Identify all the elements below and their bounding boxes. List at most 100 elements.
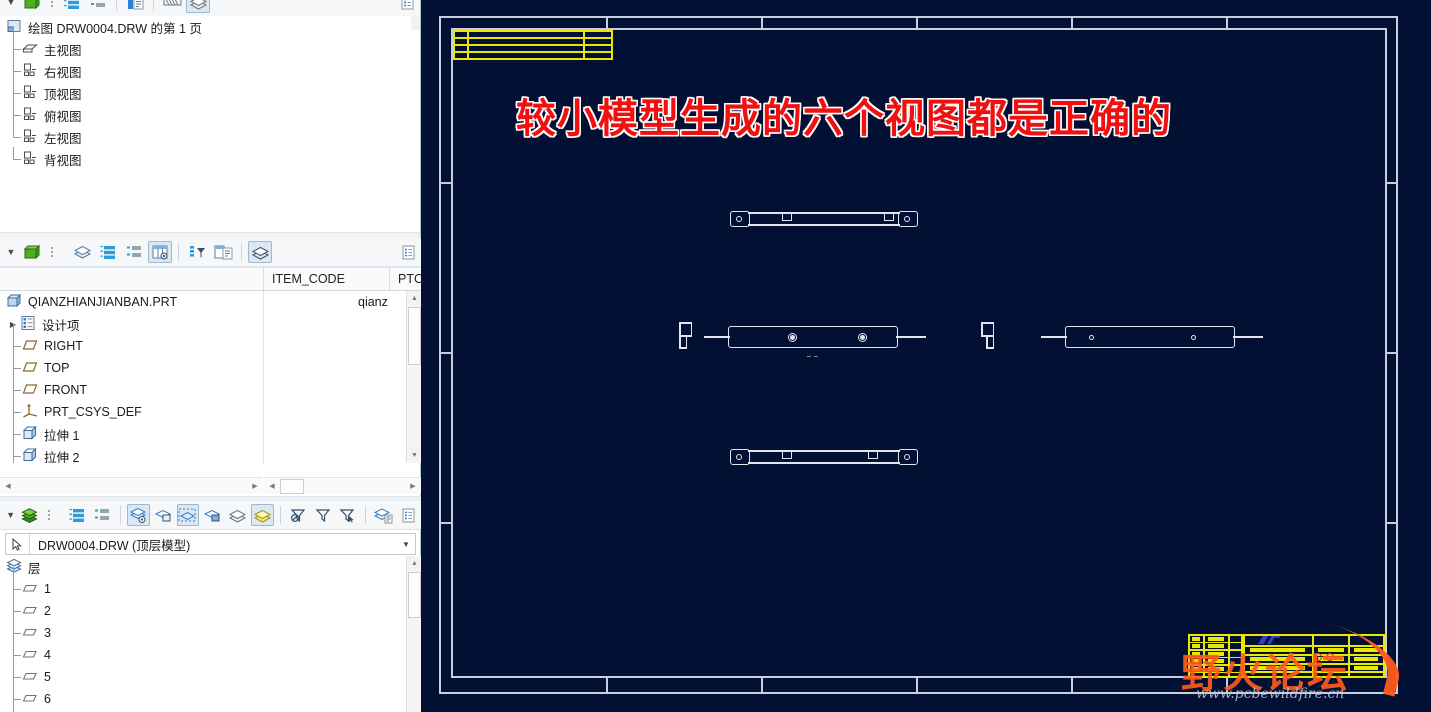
- model-tree-item[interactable]: RIGHT: [0, 324, 406, 357]
- layers-icon[interactable]: [186, 0, 210, 13]
- layer-collapse-arrow[interactable]: ▼: [4, 508, 17, 522]
- model-tree-item[interactable]: FRONT: [0, 368, 406, 401]
- tree-columns-icon[interactable]: [86, 0, 110, 13]
- model-cube-icon[interactable]: [19, 241, 43, 263]
- model-tree-collapse-arrow[interactable]: ▼: [4, 245, 18, 259]
- filter-icon[interactable]: [312, 504, 335, 526]
- layer-tree[interactable]: 层 1234567: [0, 556, 406, 712]
- layer-tree-item[interactable]: 6: [0, 677, 406, 710]
- model-tree-hscrollbar-left[interactable]: ◀ ▶: [0, 477, 263, 494]
- model-tree-item[interactable]: ▶ 设计项: [0, 313, 406, 335]
- layer-hide-icon[interactable]: [152, 504, 175, 526]
- layer-tree-item[interactable]: 3: [0, 611, 406, 644]
- layer-props-icon[interactable]: [372, 504, 395, 526]
- drawing-tree-collapse-arrow[interactable]: ▼: [4, 0, 18, 9]
- zone-tick-bottom: [606, 678, 608, 693]
- layer-tree-item[interactable]: 4: [0, 633, 406, 666]
- scroll-right-arrow-icon[interactable]: ▶: [405, 479, 421, 494]
- extrude-icon: [22, 425, 40, 443]
- drawing-tree-scroll-corner[interactable]: [411, 16, 420, 30]
- model-tree-item[interactable]: 拉伸 1: [0, 412, 406, 445]
- layer-options-dots-icon[interactable]: [45, 506, 54, 524]
- model-tree-root[interactable]: QIANZHIANJIANBAN.PRT qianz: [0, 291, 406, 313]
- model-tree-options-dots-icon[interactable]: [47, 243, 56, 261]
- zone-tick-top: [761, 16, 763, 29]
- model-tree-vscrollbar[interactable]: ▲ ▼: [406, 291, 422, 463]
- layer-tree-item[interactable]: 2: [0, 589, 406, 622]
- sheet-setup-icon[interactable]: [160, 0, 184, 13]
- tree-copy-icon[interactable]: [211, 241, 235, 263]
- scroll-track[interactable]: [280, 478, 405, 494]
- tree-list-icon[interactable]: [96, 241, 120, 263]
- scroll-track[interactable]: [16, 479, 247, 494]
- zone-tick-top: [1071, 16, 1073, 29]
- settings-page-icon[interactable]: [397, 504, 420, 526]
- drawing-tree-item[interactable]: 左视图: [0, 115, 420, 148]
- layer-select-icon[interactable]: [176, 504, 200, 526]
- drawing-tree-item[interactable]: 背视图: [0, 147, 420, 170]
- model-cube-icon[interactable]: [19, 0, 43, 13]
- drawing-tree-item[interactable]: 主视图: [0, 27, 420, 60]
- tree-list-icon[interactable]: [66, 504, 89, 526]
- model-tree-item[interactable]: 拉伸 2: [0, 434, 406, 463]
- tree-columns-icon[interactable]: [148, 241, 172, 263]
- tree-filter-icon[interactable]: [185, 241, 209, 263]
- scroll-left-arrow-icon[interactable]: ◀: [0, 479, 16, 494]
- view-right[interactable]: [981, 322, 1003, 358]
- show-annotations-icon[interactable]: [123, 0, 147, 13]
- view-left[interactable]: [679, 322, 701, 358]
- drawing-tree-item[interactable]: 右视图: [0, 49, 420, 82]
- model-tree-root-item-code: qianz: [358, 295, 388, 309]
- layer-active-icon[interactable]: [251, 504, 274, 526]
- scroll-left-arrow-icon[interactable]: ◀: [264, 479, 280, 494]
- filter-off-icon[interactable]: [287, 504, 310, 526]
- tree-detail-icon[interactable]: [122, 241, 146, 263]
- scroll-up-arrow-icon[interactable]: ▲: [407, 291, 422, 306]
- model-tree-item[interactable]: PRT_CSYS_DEF: [0, 390, 406, 423]
- model-tree[interactable]: QIANZHIANJIANBAN.PRT qianz ▶ 设计项 RIGHT TOP F…: [0, 291, 406, 463]
- drawing-tree-item[interactable]: 顶视图: [0, 71, 420, 104]
- tree-detail-icon[interactable]: [91, 504, 114, 526]
- layer-unhide-icon[interactable]: [201, 504, 224, 526]
- scroll-thumb[interactable]: [408, 307, 421, 365]
- scroll-right-arrow-icon[interactable]: ▶: [247, 479, 263, 494]
- filter-select-icon[interactable]: [337, 504, 360, 526]
- model-tree-item-label: 设计项: [42, 318, 80, 333]
- view-back[interactable]: [1041, 320, 1266, 360]
- layer-isolate-icon[interactable]: [226, 504, 249, 526]
- settings-page-icon[interactable]: [396, 241, 420, 263]
- layer-tree-item[interactable]: 5: [0, 655, 406, 688]
- layer-tree-item[interactable]: 1: [0, 567, 406, 600]
- drawing-tree-item[interactable]: 俯视图: [0, 93, 420, 126]
- sheet-icon: [6, 18, 24, 36]
- layer-tree-vscrollbar[interactable]: ▲: [406, 556, 422, 712]
- pointer-icon: [6, 534, 30, 554]
- model-tree-hscrollbar-right[interactable]: ◀ ▶: [264, 477, 421, 494]
- layer-tree-root[interactable]: 层: [0, 556, 406, 578]
- scroll-down-arrow-icon[interactable]: ▼: [407, 448, 422, 463]
- layers-icon[interactable]: [248, 241, 272, 263]
- drawing-tree-options-dots-icon[interactable]: [47, 0, 56, 11]
- drawing-canvas[interactable]: 较小模型生成的六个视图都是正确的 野火论坛 www.pcbewildfire.c…: [421, 0, 1431, 712]
- scroll-up-arrow-icon[interactable]: ▲: [407, 556, 422, 571]
- model-tree-item[interactable]: TOP: [0, 346, 406, 379]
- part-icon: [6, 293, 24, 311]
- layers-stack-icon[interactable]: [18, 504, 41, 526]
- drawing-tree[interactable]: 绘图 DRW0004.DRW 的第 1 页 主视图 右视图 顶视图 俯视图 左视图 背视图: [0, 16, 420, 232]
- view-bottom[interactable]: [724, 445, 924, 473]
- column-header-name[interactable]: [0, 268, 263, 290]
- scroll-thumb[interactable]: [280, 478, 304, 494]
- drawing-tree-root[interactable]: 绘图 DRW0004.DRW 的第 1 页: [0, 16, 420, 38]
- scroll-thumb[interactable]: [408, 572, 421, 618]
- settings-page-icon[interactable]: [395, 0, 419, 13]
- layer-show-icon[interactable]: [126, 504, 150, 526]
- revision-table[interactable]: [453, 30, 613, 60]
- tree-filters-icon[interactable]: [60, 0, 84, 13]
- layer-model-selector[interactable]: DRW0004.DRW (顶层模型) ▼: [5, 533, 416, 555]
- view-front[interactable]: [704, 320, 929, 360]
- view-top[interactable]: [724, 205, 924, 233]
- display-style-icon[interactable]: [70, 241, 94, 263]
- chevron-down-icon[interactable]: ▼: [397, 540, 415, 549]
- column-header-item-code[interactable]: ITEM_CODE: [263, 268, 389, 290]
- front-view-hole-a-center: [790, 335, 795, 340]
